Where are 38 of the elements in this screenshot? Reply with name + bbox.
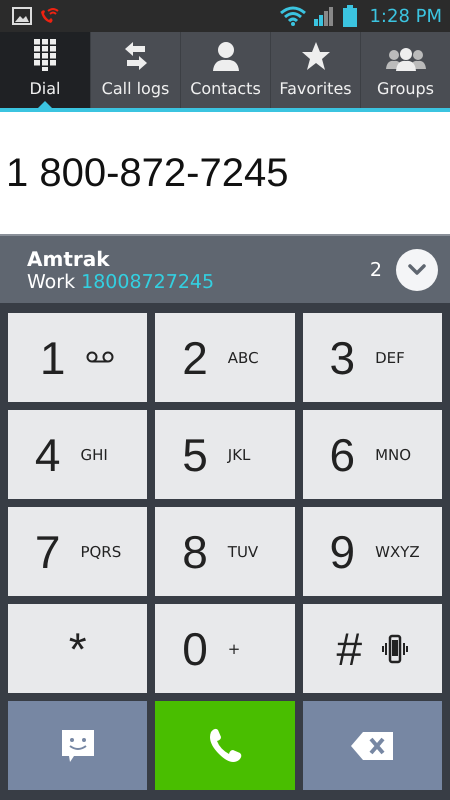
contact-suggestion[interactable]: Amtrak Work 18008727245 2 bbox=[0, 234, 450, 303]
dialed-number: 1 800-872-7245 bbox=[6, 150, 288, 196]
star-icon bbox=[300, 41, 330, 71]
dial-key[interactable]: 4 GHI bbox=[8, 410, 148, 499]
dialpad-icon bbox=[33, 39, 57, 71]
dial-key[interactable]: * bbox=[8, 604, 148, 693]
dial-key[interactable]: 5 JKL bbox=[155, 410, 295, 499]
tab[interactable]: Dial bbox=[0, 32, 90, 108]
battery-icon bbox=[343, 5, 358, 27]
status-time: 1:28 PM bbox=[369, 6, 442, 26]
dial-key[interactable]: 8 TUV bbox=[155, 507, 295, 596]
phone-wifi-icon bbox=[38, 6, 60, 26]
dial-key[interactable]: 0 + bbox=[155, 604, 295, 693]
backspace-button[interactable] bbox=[302, 701, 442, 790]
smiley-message-icon bbox=[60, 728, 96, 764]
number-type: Work bbox=[27, 270, 76, 292]
expand-button[interactable] bbox=[396, 248, 438, 290]
contact-number: 18008727245 bbox=[81, 270, 214, 292]
dial-key[interactable]: 6 MNO bbox=[302, 410, 442, 499]
wifi-icon bbox=[279, 6, 308, 26]
dial-key[interactable]: 9 WXYZ bbox=[302, 507, 442, 596]
person-icon bbox=[212, 41, 240, 71]
message-button[interactable] bbox=[8, 701, 148, 790]
contact-name: Amtrak bbox=[27, 246, 111, 270]
dial-key[interactable]: # bbox=[302, 604, 442, 693]
image-icon bbox=[12, 7, 32, 25]
voicemail-icon bbox=[85, 350, 116, 364]
vibrate-icon bbox=[382, 634, 408, 664]
backspace-icon bbox=[351, 732, 394, 760]
chevron-down-icon bbox=[407, 264, 427, 276]
call-button[interactable] bbox=[155, 701, 295, 790]
dial-key[interactable]: 2 ABC bbox=[155, 313, 295, 402]
dial-key[interactable]: 1 bbox=[8, 313, 148, 402]
match-count: 2 bbox=[370, 258, 382, 280]
dial-key[interactable]: 7 PQRS bbox=[8, 507, 148, 596]
group-icon bbox=[386, 47, 426, 71]
swap-arrows-icon bbox=[122, 41, 148, 71]
dial-key[interactable]: 3 DEF bbox=[302, 313, 442, 402]
